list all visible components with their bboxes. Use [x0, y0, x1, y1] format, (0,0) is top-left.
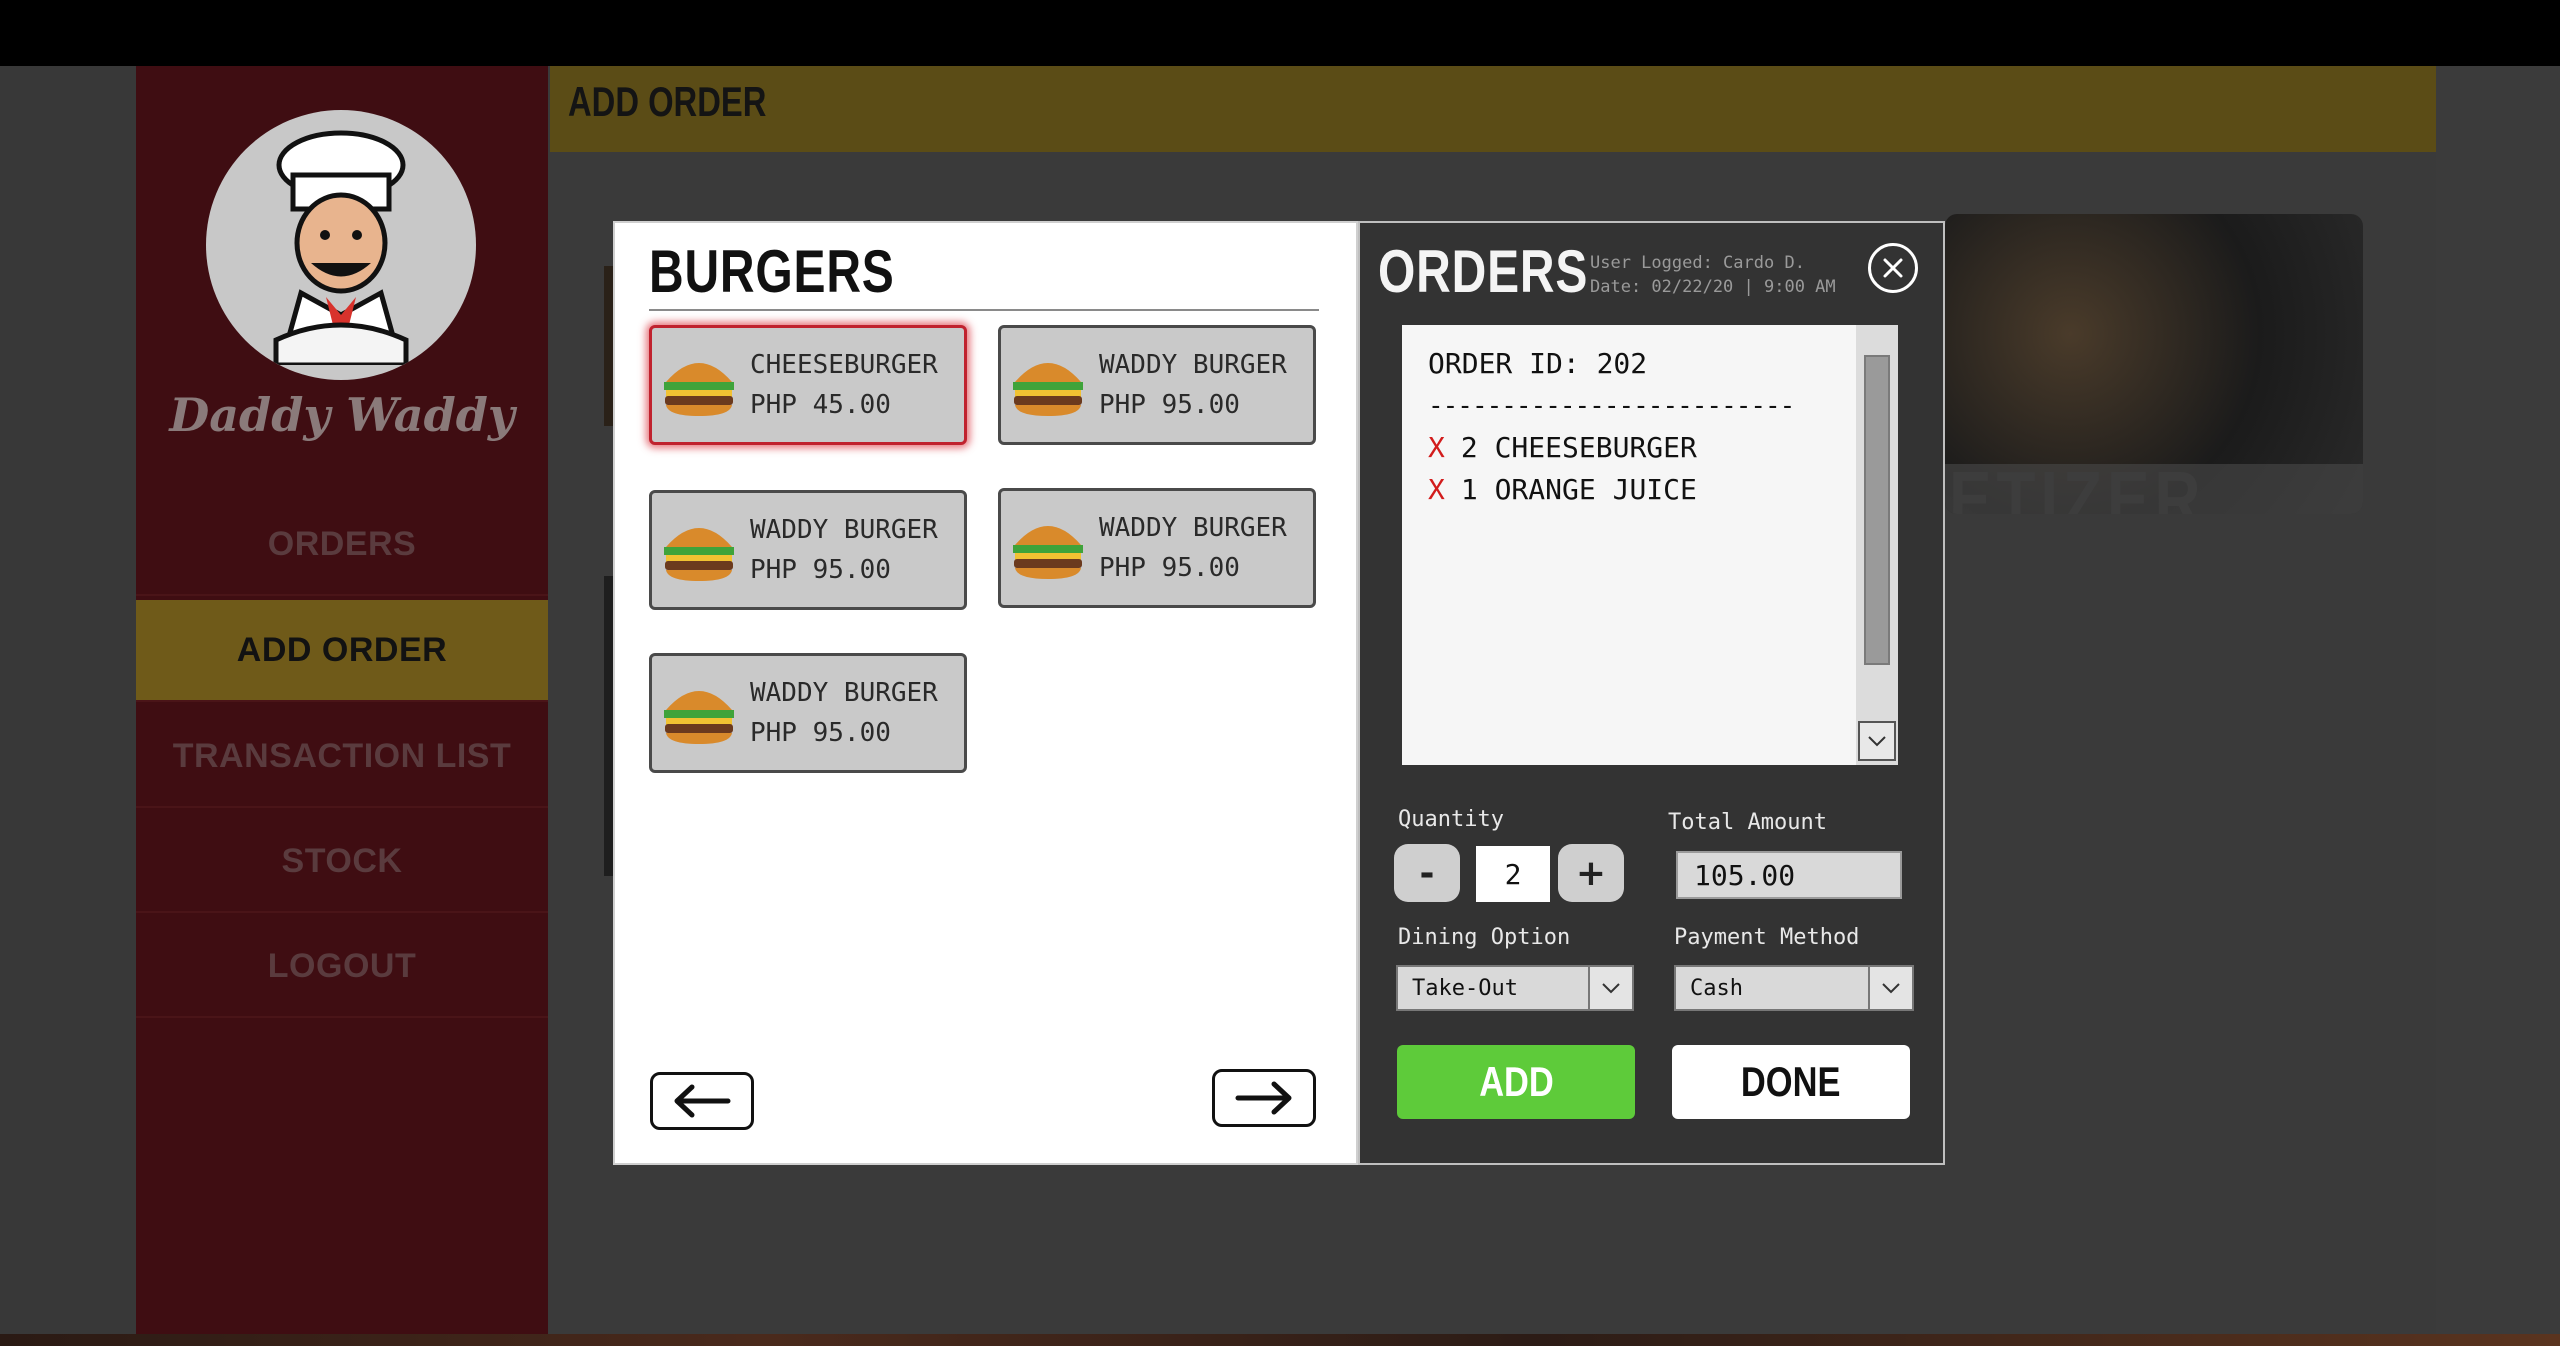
sidebar-item-logout[interactable]: LOGOUT: [136, 916, 548, 1018]
menu-item-name: CHEESEBURGER: [750, 350, 938, 380]
dining-option-label: Dining Option: [1398, 925, 1571, 950]
done-button-label: DONE: [1741, 1058, 1841, 1105]
sidebar-item-orders[interactable]: ORDERS: [136, 494, 548, 596]
order-id: ORDER ID: 202: [1428, 347, 1648, 380]
brand-name: Daddy Waddy: [169, 388, 515, 442]
order-line-item: CHEESEBURGER: [1494, 431, 1697, 464]
menu-item-price: PHP 95.00: [750, 718, 891, 748]
menu-item-name: WADDY BURGER: [750, 678, 938, 708]
menu-item-price: PHP 95.00: [1099, 390, 1240, 420]
remove-line-button[interactable]: X: [1428, 473, 1445, 506]
payment-method-select[interactable]: Cash: [1674, 965, 1914, 1011]
order-line-qty: 1: [1460, 473, 1478, 506]
menu-item-price: PHP 95.00: [1099, 553, 1240, 583]
prev-page-button[interactable]: [650, 1072, 754, 1130]
orders-title: ORDERS: [1378, 238, 1589, 305]
burger-icon: [664, 363, 734, 416]
close-icon: [1883, 258, 1903, 278]
scroll-down-button[interactable]: [1858, 721, 1896, 761]
session-info: User Logged: Cardo D. Date: 02/22/20 | 9…: [1590, 251, 1836, 299]
menu-item-price: PHP 95.00: [750, 555, 891, 585]
order-line-qty: 2: [1460, 431, 1478, 464]
burger-icon: [1013, 363, 1083, 416]
menu-item-name: WADDY BURGER: [1099, 350, 1287, 380]
total-amount-label: Total Amount: [1668, 810, 1827, 835]
chevron-down-icon: [1602, 983, 1620, 994]
menu-item-name: WADDY BURGER: [1099, 513, 1287, 543]
payment-method-value: Cash: [1690, 975, 1743, 1001]
dining-option-select[interactable]: Take-Out: [1396, 965, 1634, 1011]
close-button[interactable]: [1868, 243, 1918, 293]
add-order-modal: BURGERS CHEESEBURGER PHP 45.00 WADDY BUR…: [613, 221, 1945, 1165]
chef-icon: [273, 130, 409, 365]
user-logged: User Logged: Cardo D.: [1590, 253, 1805, 273]
menu-item-card[interactable]: WADDY BURGER PHP 95.00: [649, 653, 967, 773]
add-button-label: ADD: [1478, 1058, 1554, 1105]
order-line: X1 ORANGE JUICE: [1428, 469, 1856, 511]
quantity-increment-button[interactable]: +: [1558, 844, 1624, 902]
category-card-appetizer[interactable]: ETIZER: [1945, 214, 2363, 514]
total-amount-field: 105.00: [1676, 851, 1902, 899]
menu-item-card[interactable]: WADDY BURGER PHP 95.00: [998, 488, 1316, 608]
quantity-label: Quantity: [1398, 807, 1504, 832]
scroll-thumb[interactable]: [1864, 355, 1890, 665]
receipt-separator: -------------------------: [1428, 391, 1795, 421]
order-receipt: ORDER ID: 202 ------------------------- …: [1402, 325, 1856, 765]
arrow-left-icon: [674, 1084, 731, 1118]
add-button[interactable]: ADD: [1397, 1045, 1635, 1119]
burger-icon: [664, 691, 734, 744]
menu-item-card[interactable]: CHEESEBURGER PHP 45.00: [649, 325, 967, 445]
menu-item-card[interactable]: WADDY BURGER PHP 95.00: [649, 490, 967, 610]
done-button[interactable]: DONE: [1672, 1045, 1910, 1119]
menu-panel: BURGERS CHEESEBURGER PHP 45.00 WADDY BUR…: [613, 221, 1358, 1165]
order-line: X2 CHEESEBURGER: [1428, 427, 1856, 469]
order-panel: ORDERS User Logged: Cardo D. Date: 02/22…: [1358, 221, 1945, 1165]
menu-item-name: WADDY BURGER: [750, 515, 938, 545]
sidebar-item-transaction-list[interactable]: TRANSACTION LIST: [136, 706, 548, 808]
chevron-down-icon: [1868, 736, 1886, 747]
payment-method-label: Payment Method: [1674, 925, 1860, 950]
chevron-down-icon: [1882, 983, 1900, 994]
receipt-scrollbar[interactable]: [1856, 325, 1898, 765]
sidebar: Daddy Waddy ORDERS ADD ORDER TRANSACTION…: [136, 66, 548, 1334]
burger-icon: [664, 528, 734, 581]
burger-icon: [1013, 526, 1083, 579]
category-title: BURGERS: [649, 238, 895, 305]
arrow-right-icon: [1235, 1081, 1292, 1115]
dining-option-value: Take-Out: [1412, 975, 1518, 1001]
page-header: ADD ORDER: [550, 66, 2436, 152]
menu-item-price: PHP 45.00: [750, 390, 891, 420]
divider: [649, 309, 1319, 311]
quantity-decrement-button[interactable]: -: [1394, 844, 1460, 902]
quantity-value[interactable]: 2: [1476, 846, 1550, 902]
menu-item-card[interactable]: WADDY BURGER PHP 95.00: [998, 325, 1316, 445]
order-date: Date: 02/22/20 | 9:00 AM: [1590, 277, 1836, 297]
order-line-item: ORANGE JUICE: [1494, 473, 1697, 506]
sidebar-item-stock[interactable]: STOCK: [136, 811, 548, 913]
remove-line-button[interactable]: X: [1428, 431, 1445, 464]
chef-logo: [206, 110, 476, 380]
next-page-button[interactable]: [1212, 1069, 1316, 1127]
sidebar-item-add-order[interactable]: ADD ORDER: [136, 600, 548, 702]
category-card-label: ETIZER: [1949, 455, 2206, 514]
page-title: ADD ORDER: [568, 78, 767, 125]
app-window: Daddy Waddy ORDERS ADD ORDER TRANSACTION…: [0, 66, 2560, 1346]
